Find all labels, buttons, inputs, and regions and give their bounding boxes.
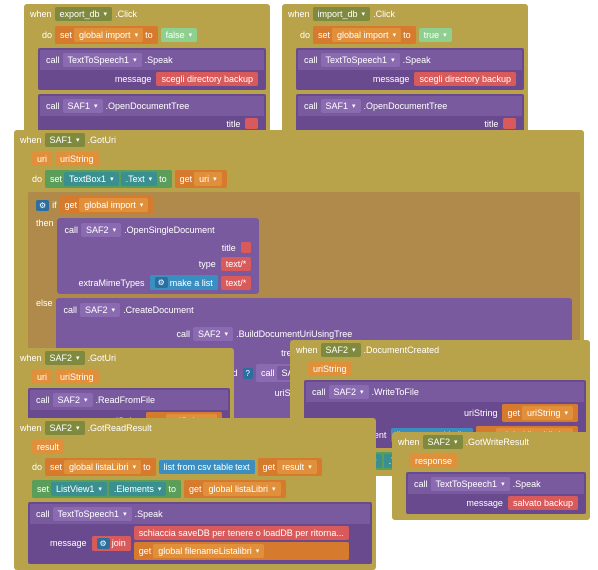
- component-saf2[interactable]: SAF2: [423, 435, 463, 449]
- comp-tts: TextToSpeech1: [63, 53, 142, 67]
- param-uristring: uriString: [308, 362, 352, 376]
- empty-text[interactable]: [503, 118, 516, 129]
- component-saf2[interactable]: SAF2: [45, 421, 85, 435]
- comp-saf2: SAF2: [53, 393, 93, 407]
- event-gotwriteresult: .GotWriteResult: [466, 437, 529, 447]
- comp-tts: TextToSpeech1: [53, 507, 132, 521]
- event-click: .Click: [115, 9, 137, 19]
- arg-message: message: [113, 74, 154, 84]
- comp-saf1: SAF1: [63, 99, 103, 113]
- set-block[interactable]: set global import to: [313, 26, 416, 44]
- do-label: do: [32, 174, 42, 184]
- empty-text[interactable]: [245, 118, 258, 129]
- param-uristring: uriString: [55, 152, 99, 166]
- text-mime-item[interactable]: text/*: [221, 276, 252, 290]
- when-saf2-gotwriteresult[interactable]: when SAF2 .GotWriteResult response call …: [392, 432, 590, 520]
- arg-title: title: [482, 119, 500, 129]
- get-filename[interactable]: getglobal filenameListalibri: [134, 542, 349, 560]
- when-label: when: [20, 353, 42, 363]
- text-salvato[interactable]: salvato backup: [508, 496, 578, 510]
- arg-extramime: extraMimeTypes: [77, 278, 147, 288]
- get-global-import[interactable]: get global import: [60, 196, 154, 214]
- set-listalibri[interactable]: set global listaLibri to: [45, 458, 156, 476]
- arg-type: type: [197, 259, 218, 269]
- param-result: result: [32, 440, 64, 454]
- param-uristring: uriString: [55, 370, 99, 384]
- when-label: when: [288, 9, 310, 19]
- param-uri: uri: [32, 370, 52, 384]
- get-uristring[interactable]: geturiString: [502, 404, 578, 422]
- when-label: when: [20, 423, 42, 433]
- call-saf2-opensingle[interactable]: call SAF2 .OpenSingleDocument title type…: [57, 218, 260, 294]
- var-global-import: global import: [332, 28, 401, 42]
- do-label: do: [42, 30, 52, 40]
- arg-message: message: [48, 538, 89, 548]
- get-listalibri[interactable]: getglobal listaLibri: [184, 480, 286, 498]
- join-block[interactable]: ⚙join: [92, 536, 131, 551]
- arg-title: title: [220, 243, 238, 253]
- component-export-db[interactable]: export_db: [55, 7, 113, 21]
- event-click: .Click: [373, 9, 395, 19]
- arg-message: message: [371, 74, 412, 84]
- when-label: when: [30, 9, 52, 19]
- comp-saf2: SAF2: [329, 385, 369, 399]
- event-goturi: .GotUri: [88, 353, 117, 363]
- make-a-list[interactable]: ⚙make a list: [150, 275, 218, 290]
- param-uri: uri: [32, 152, 52, 166]
- list-from-csv[interactable]: list from csv table text: [159, 460, 255, 474]
- when-label: when: [20, 135, 42, 145]
- param-response: response: [410, 454, 457, 468]
- component-saf1[interactable]: SAF1: [45, 133, 85, 147]
- var-global-import: global import: [74, 28, 143, 42]
- arg-title: title: [224, 119, 242, 129]
- arg-uristring: uriString: [462, 408, 500, 418]
- call-tts-speak[interactable]: call TextToSpeech1 .Speak message scegli…: [296, 48, 524, 90]
- comp-saf2: SAF2: [81, 223, 121, 237]
- else-label: else: [36, 298, 53, 308]
- component-import-db[interactable]: import_db: [313, 7, 371, 21]
- if-label: if: [52, 200, 57, 210]
- call-tts-speak[interactable]: call TextToSpeech1 .Speak message salvat…: [406, 472, 586, 514]
- comp-tts: TextToSpeech1: [431, 477, 510, 491]
- comp-tts: TextToSpeech1: [321, 53, 400, 67]
- get-uri[interactable]: get uri: [175, 170, 227, 188]
- set-block[interactable]: set global import to: [55, 26, 158, 44]
- text-mime[interactable]: text/*: [221, 257, 252, 271]
- component-saf2[interactable]: SAF2: [45, 351, 85, 365]
- set-listview-elements[interactable]: set ListView1 .Elements to: [32, 480, 181, 498]
- when-label: when: [296, 345, 318, 355]
- then-label: then: [36, 218, 54, 228]
- set-textbox-text[interactable]: set TextBox1 .Text to: [45, 170, 172, 188]
- event-doccreated: .DocumentCreated: [364, 345, 440, 355]
- empty-text[interactable]: [241, 242, 251, 253]
- text-scegli[interactable]: scegli directory backup: [156, 72, 258, 86]
- event-goturi: .GotUri: [88, 135, 117, 145]
- call-tts-speak[interactable]: call TextToSpeech1 .Speak message scegli…: [38, 48, 266, 90]
- event-gotreadresult: .GotReadResult: [88, 423, 152, 433]
- comp-saf1: SAF1: [321, 99, 361, 113]
- text-scegli[interactable]: scegli directory backup: [414, 72, 516, 86]
- comp-saf2: SAF2: [80, 303, 120, 317]
- when-saf2-gotreadresult[interactable]: when SAF2 .GotReadResult result do set g…: [14, 418, 376, 570]
- q-icon[interactable]: ?: [243, 368, 253, 379]
- join-text1[interactable]: schiaccia saveDB per tenere o loadDB per…: [134, 526, 349, 540]
- gear-icon[interactable]: ⚙: [36, 200, 49, 211]
- get-result[interactable]: getresult: [258, 458, 322, 476]
- component-saf2[interactable]: SAF2: [321, 343, 361, 357]
- value-true[interactable]: true: [419, 28, 452, 42]
- call-tts-speak[interactable]: call TextToSpeech1 .Speak message ⚙join …: [28, 502, 372, 564]
- do-label: do: [300, 30, 310, 40]
- when-label: when: [398, 437, 420, 447]
- value-false[interactable]: false: [161, 28, 198, 42]
